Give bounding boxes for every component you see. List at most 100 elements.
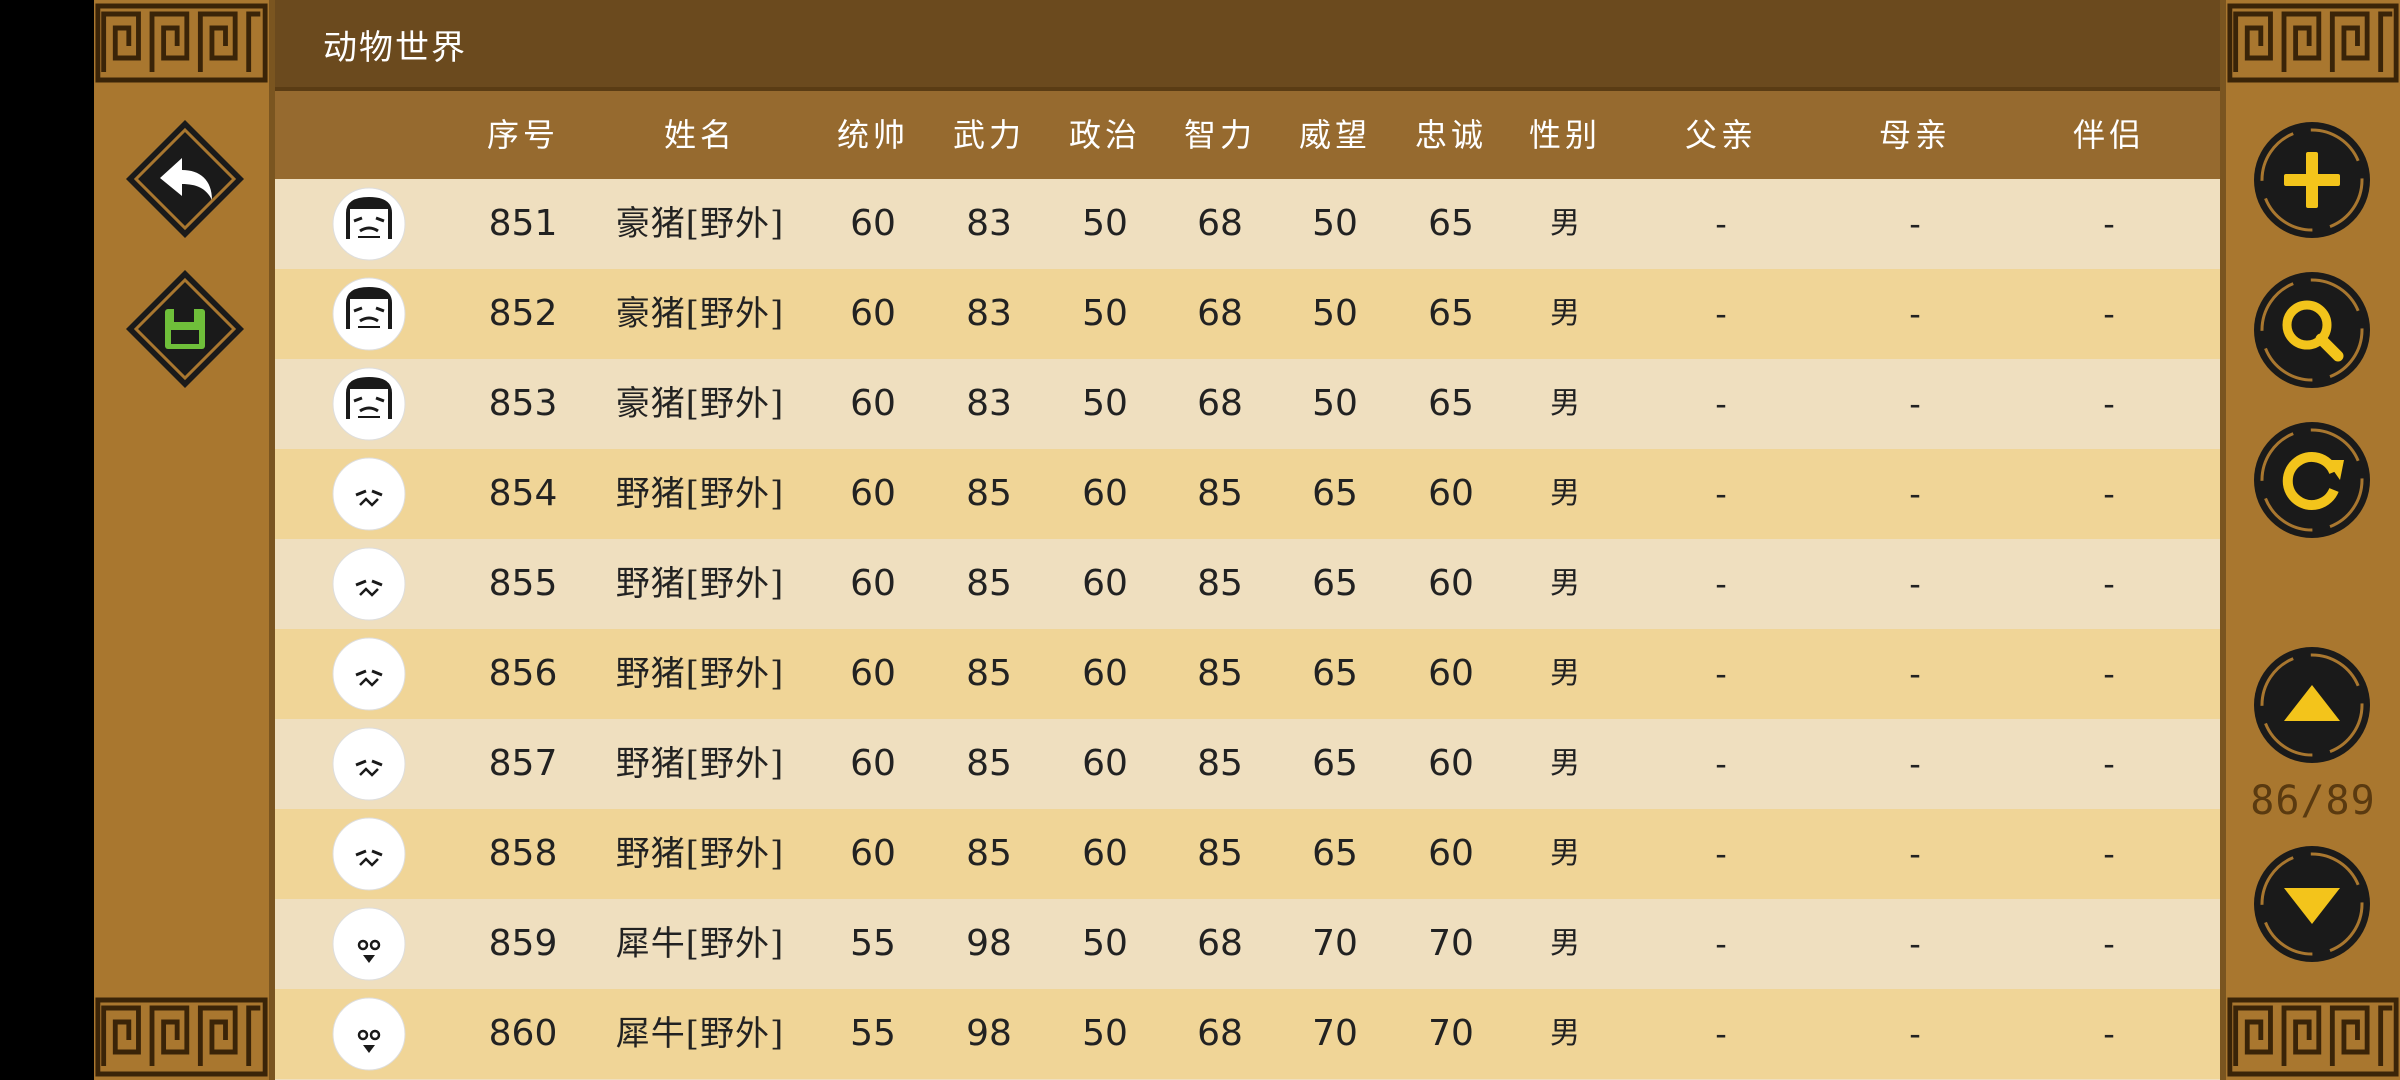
pig-face-icon xyxy=(332,547,406,621)
page-title: 动物世界 xyxy=(323,28,467,68)
cell-command: 60 xyxy=(850,473,896,514)
cell-loyalty: 70 xyxy=(1428,923,1474,964)
cell-intellect: 68 xyxy=(1197,293,1243,334)
avatar xyxy=(332,637,406,711)
cell-father: - xyxy=(1715,205,1727,243)
plus-icon xyxy=(2254,122,2370,238)
add-button[interactable] xyxy=(2252,120,2372,240)
avatar xyxy=(332,907,406,981)
cell-loyalty: 65 xyxy=(1428,203,1474,244)
cell-strength: 83 xyxy=(966,203,1012,244)
column-header-intellect[interactable]: 智力 xyxy=(1184,91,1256,179)
table-row[interactable]: 851 豪猪[野外] 60 83 50 68 50 65 男 - - - xyxy=(275,179,2220,269)
cell-prestige: 65 xyxy=(1312,833,1358,874)
cell-father: - xyxy=(1715,475,1727,513)
cell-politics: 50 xyxy=(1082,203,1128,244)
greek-key-ornament xyxy=(2226,994,2400,1080)
triangle-up-icon xyxy=(2254,647,2370,763)
cell-partner: - xyxy=(2103,295,2115,333)
cell-mother: - xyxy=(1909,655,1921,693)
avatar xyxy=(332,997,406,1071)
cell-command: 55 xyxy=(850,1013,896,1054)
cell-id: 855 xyxy=(488,563,558,604)
cell-partner: - xyxy=(2103,655,2115,693)
cell-strength: 85 xyxy=(966,563,1012,604)
table-row[interactable]: 853 豪猪[野外] 60 83 50 68 50 65 男 - - - xyxy=(275,359,2220,449)
cell-id: 852 xyxy=(488,293,558,334)
pig-face-icon xyxy=(332,817,406,891)
cell-partner: - xyxy=(2103,205,2115,243)
cell-prestige: 65 xyxy=(1312,473,1358,514)
cell-command: 60 xyxy=(850,383,896,424)
cell-politics: 50 xyxy=(1082,923,1128,964)
table-row[interactable]: 855 野猪[野外] 60 85 60 85 65 60 男 - - - xyxy=(275,539,2220,629)
cell-politics: 60 xyxy=(1082,563,1128,604)
cell-name: 犀牛[野外] xyxy=(615,924,785,964)
cell-prestige: 50 xyxy=(1312,293,1358,334)
cell-id: 857 xyxy=(488,743,558,784)
cell-father: - xyxy=(1715,655,1727,693)
cell-strength: 83 xyxy=(966,293,1012,334)
cell-command: 60 xyxy=(850,833,896,874)
avatar xyxy=(332,547,406,621)
column-header-command[interactable]: 统帅 xyxy=(837,91,909,179)
cell-loyalty: 60 xyxy=(1428,563,1474,604)
column-header-politics[interactable]: 政治 xyxy=(1069,91,1141,179)
greek-key-ornament xyxy=(94,994,269,1080)
column-header-prestige[interactable]: 威望 xyxy=(1299,91,1371,179)
rhino-face-icon xyxy=(332,907,406,981)
cell-gender: 男 xyxy=(1550,206,1580,241)
cell-command: 55 xyxy=(850,923,896,964)
cell-strength: 85 xyxy=(966,473,1012,514)
table-row[interactable]: 860 犀牛[野外] 55 98 50 68 70 70 男 - - - xyxy=(275,989,2220,1079)
column-header-partner[interactable]: 伴侣 xyxy=(2073,91,2145,179)
table-row[interactable]: 858 野猪[野外] 60 85 60 85 65 60 男 - - - xyxy=(275,809,2220,899)
cell-gender: 男 xyxy=(1550,476,1580,511)
column-header-strength[interactable]: 武力 xyxy=(953,91,1025,179)
cell-mother: - xyxy=(1909,1015,1921,1053)
table-row[interactable]: 852 豪猪[野外] 60 83 50 68 50 65 男 - - - xyxy=(275,269,2220,359)
floppy-disk-icon xyxy=(126,270,244,388)
cell-politics: 50 xyxy=(1082,383,1128,424)
cell-father: - xyxy=(1715,835,1727,873)
page-up-button[interactable] xyxy=(2252,645,2372,765)
refresh-button[interactable] xyxy=(2252,420,2372,540)
table-row[interactable]: 854 野猪[野外] 60 85 60 85 65 60 男 - - - xyxy=(275,449,2220,539)
avatar xyxy=(332,187,406,261)
table-row[interactable]: 859 犀牛[野外] 55 98 50 68 70 70 男 - - - xyxy=(275,899,2220,989)
cell-partner: - xyxy=(2103,745,2115,783)
refresh-icon xyxy=(2254,422,2370,538)
table-row[interactable]: 857 野猪[野外] 60 85 60 85 65 60 男 - - - xyxy=(275,719,2220,809)
search-button[interactable] xyxy=(2252,270,2372,390)
cell-loyalty: 60 xyxy=(1428,473,1474,514)
cell-politics: 50 xyxy=(1082,293,1128,334)
cell-command: 60 xyxy=(850,653,896,694)
save-button[interactable] xyxy=(124,268,246,390)
column-header-name[interactable]: 姓名 xyxy=(664,91,736,179)
column-header-loyalty[interactable]: 忠诚 xyxy=(1415,91,1487,179)
page-down-button[interactable] xyxy=(2252,844,2372,964)
avatar xyxy=(332,457,406,531)
back-button[interactable] xyxy=(124,118,246,240)
greek-key-ornament xyxy=(94,0,269,86)
cell-id: 856 xyxy=(488,653,558,694)
table-row[interactable]: 856 野猪[野外] 60 85 60 85 65 60 男 - - - xyxy=(275,629,2220,719)
table-header: 序号 姓名 统帅 武力 政治 智力 威望 忠诚 性别 父亲 母亲 伴侣 xyxy=(275,91,2220,179)
column-header-mother[interactable]: 母亲 xyxy=(1879,91,1951,179)
cell-loyalty: 60 xyxy=(1428,833,1474,874)
cell-strength: 83 xyxy=(966,383,1012,424)
cell-prestige: 65 xyxy=(1312,653,1358,694)
cell-intellect: 68 xyxy=(1197,383,1243,424)
cell-partner: - xyxy=(2103,925,2115,963)
cell-prestige: 70 xyxy=(1312,1013,1358,1054)
cell-mother: - xyxy=(1909,475,1921,513)
cell-intellect: 68 xyxy=(1197,203,1243,244)
cell-partner: - xyxy=(2103,1015,2115,1053)
column-header-father[interactable]: 父亲 xyxy=(1685,91,1757,179)
column-header-gender[interactable]: 性别 xyxy=(1529,91,1601,179)
column-header-id[interactable]: 序号 xyxy=(487,91,559,179)
pig-face-icon xyxy=(332,727,406,801)
cell-name: 野猪[野外] xyxy=(615,834,785,874)
animal-table-panel: 动物世界 序号 姓名 统帅 武力 政治 智力 威望 忠诚 性别 父亲 母亲 伴侣… xyxy=(275,0,2220,1080)
cell-politics: 50 xyxy=(1082,1013,1128,1054)
